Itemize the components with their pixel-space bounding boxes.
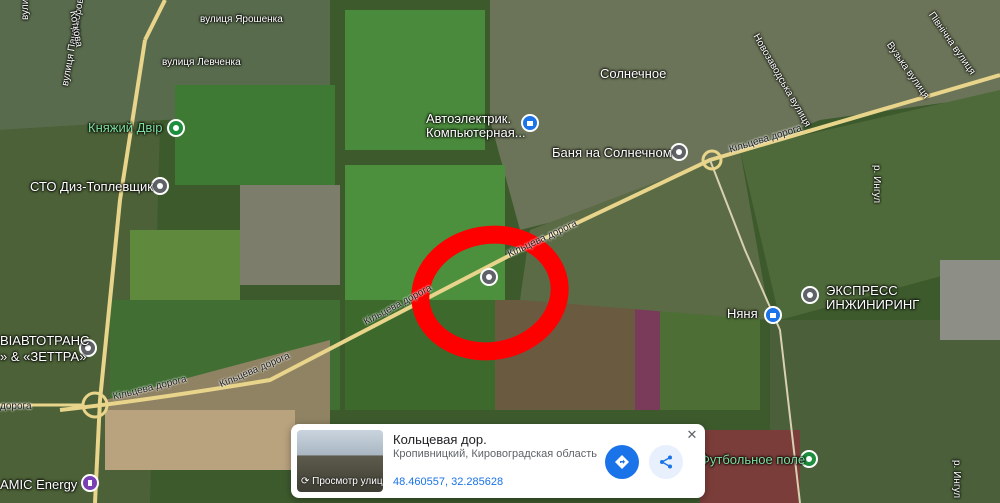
street-label-levchenka: вулиця Левченка bbox=[162, 57, 241, 68]
poi-label-autoelectric-1[interactable]: Автоэлектрик. bbox=[426, 111, 511, 126]
poi-label-nyanya[interactable]: Няня bbox=[727, 306, 758, 321]
place-title: Кольцевая дор. bbox=[393, 432, 487, 447]
street-label-sutkovetska: вулиця Сутковецька bbox=[20, 0, 31, 20]
river-label-ingul-1: р. Ингул bbox=[871, 165, 882, 204]
poi-pin-sto[interactable] bbox=[151, 177, 169, 195]
street-view-label[interactable]: ⟳ Просмотр улиц bbox=[301, 476, 383, 488]
poi-pin-nyanya[interactable] bbox=[764, 306, 782, 324]
street-view-icon: ⟳ bbox=[301, 476, 313, 487]
directions-icon bbox=[615, 455, 629, 469]
poi-pin-amic[interactable] bbox=[81, 474, 99, 492]
close-button[interactable]: ✕ bbox=[685, 428, 699, 442]
village-label-solnechnoe: Солнечное bbox=[600, 66, 667, 81]
poi-label-express-2[interactable]: ИНЖИНИРИНГ bbox=[826, 297, 919, 312]
poi-pin-banya[interactable] bbox=[670, 143, 688, 161]
poi-pin-express[interactable] bbox=[801, 286, 819, 304]
poi-label-amic[interactable]: АМІС Energy bbox=[0, 477, 77, 492]
poi-pin-knyazhiy[interactable] bbox=[167, 119, 185, 137]
river-label-ingul-2: р. Ингул bbox=[951, 460, 962, 499]
poi-label-avtotrans-2[interactable]: » & «ЗЕТТРА» bbox=[0, 349, 86, 364]
street-label-yaroshenka: вулиця Ярошенка bbox=[200, 14, 283, 25]
poi-label-sto[interactable]: СТО Диз-Топлевщик bbox=[30, 179, 153, 194]
share-icon bbox=[660, 455, 672, 469]
poi-label-football[interactable]: Футбольное поле bbox=[700, 452, 805, 467]
poi-label-knyazhiy[interactable]: Княжий Двір bbox=[88, 120, 162, 135]
place-coordinates[interactable]: 48.460557, 32.285628 bbox=[393, 476, 503, 488]
poi-label-banya[interactable]: Баня на Солнечном bbox=[552, 145, 672, 160]
poi-label-express-1[interactable]: ЭКСПРЕСС bbox=[826, 283, 898, 298]
place-subtitle: Кропивницкий, Кировоградская область bbox=[393, 448, 598, 460]
share-button[interactable] bbox=[649, 445, 683, 479]
poi-label-avtotrans-1[interactable]: ВІАВТОТРАНС bbox=[0, 333, 89, 348]
street-view-thumbnail[interactable]: ⟳ Просмотр улиц bbox=[297, 430, 383, 492]
map-pin-icon[interactable] bbox=[480, 268, 498, 286]
poi-label-autoelectric-2[interactable]: Компьютерная... bbox=[426, 125, 526, 140]
road-label-ring-6: дорога bbox=[0, 401, 32, 412]
directions-button[interactable] bbox=[605, 445, 639, 479]
place-info-card: ⟳ Просмотр улиц Кольцевая дор. Кропивниц… bbox=[291, 424, 705, 498]
